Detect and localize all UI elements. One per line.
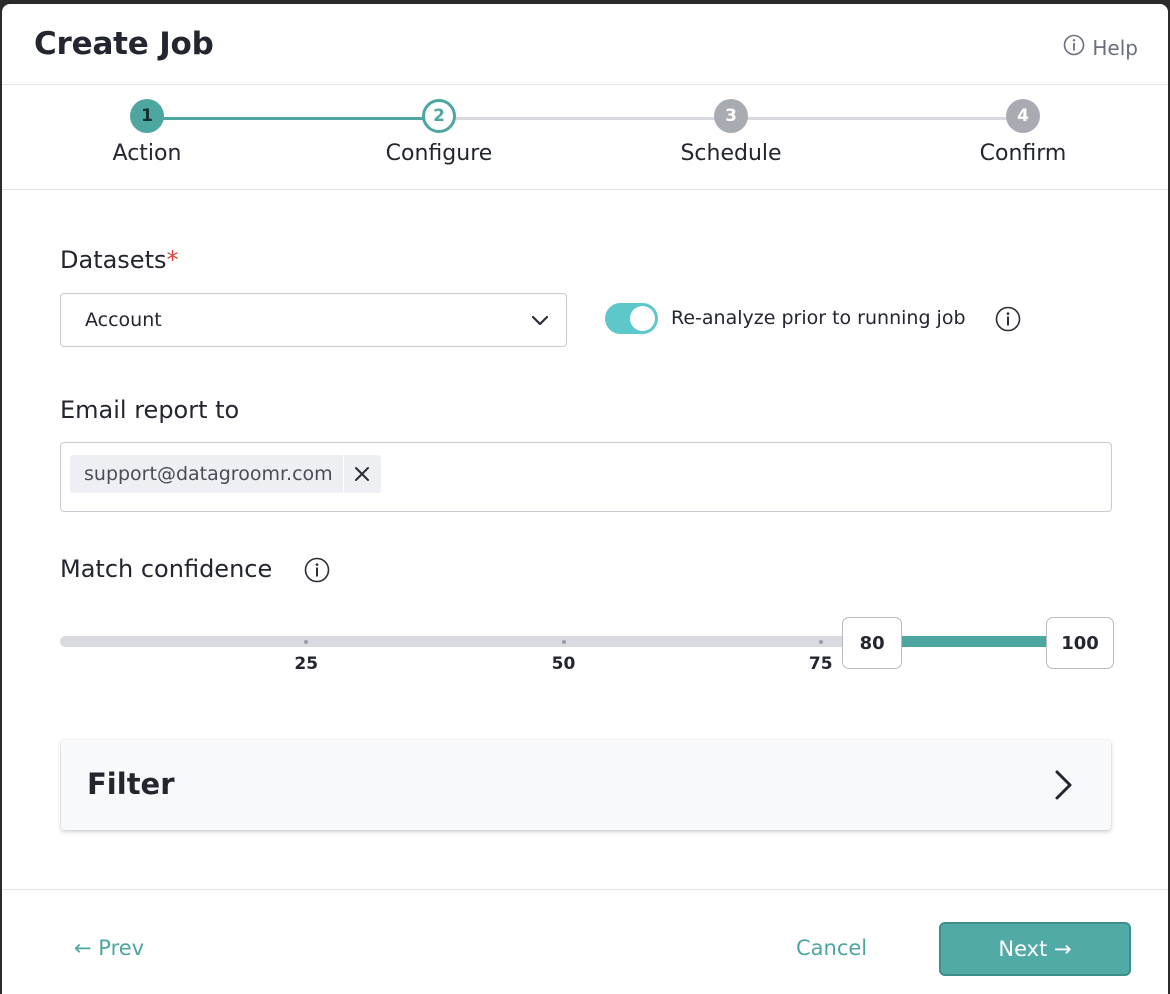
step-label: Schedule — [680, 141, 782, 166]
step-action[interactable]: 1 Action — [47, 99, 247, 166]
step-confirm[interactable]: 4 Confirm — [923, 99, 1123, 166]
step-number: 2 — [422, 99, 456, 133]
tick-label: 25 — [294, 654, 319, 674]
create-job-modal: Create Job Help 1 Action 2 Configure 3 S… — [2, 4, 1168, 994]
datasets-select[interactable]: Account — [60, 293, 567, 347]
info-icon[interactable] — [304, 557, 330, 587]
step-number: 3 — [714, 99, 748, 133]
step-label: Action — [112, 141, 182, 166]
email-label: Email report to — [60, 396, 240, 424]
step-configure[interactable]: 2 Configure — [339, 99, 539, 166]
close-icon[interactable] — [342, 455, 381, 493]
confidence-low-handle[interactable]: 80 — [842, 617, 903, 669]
required-mark: * — [166, 246, 179, 274]
cancel-button[interactable]: Cancel — [796, 936, 867, 960]
datasets-selected-value: Account — [85, 309, 162, 331]
filter-title: Filter — [87, 767, 175, 801]
filter-accordion[interactable]: Filter — [61, 740, 1111, 830]
match-confidence-label: Match confidence — [60, 555, 272, 583]
modal-footer: ← Prev Cancel Next → — [2, 889, 1168, 994]
step-number: 1 — [130, 99, 164, 133]
next-button[interactable]: Next → — [939, 922, 1131, 976]
step-number: 4 — [1006, 99, 1040, 133]
match-confidence-label-text: Match confidence — [60, 555, 273, 583]
reanalyze-toggle[interactable] — [605, 303, 658, 334]
page-title: Create Job — [34, 26, 214, 62]
tick-label: 50 — [551, 654, 576, 674]
stepper: 1 Action 2 Configure 3 Schedule 4 Confir… — [2, 85, 1168, 190]
chevron-right-icon — [1051, 768, 1075, 806]
help-label: Help — [1092, 35, 1138, 60]
info-icon[interactable] — [995, 306, 1021, 336]
confidence-high-handle[interactable]: 100 — [1046, 617, 1114, 669]
prev-button[interactable]: ← Prev — [74, 936, 144, 960]
modal-header: Create Job Help — [2, 4, 1168, 85]
toggle-knob — [630, 306, 655, 331]
info-icon — [1063, 34, 1085, 61]
datasets-label: Datasets* — [60, 246, 179, 274]
chevron-down-icon — [530, 310, 550, 335]
email-chip: support@datagroomr.com — [70, 455, 381, 493]
step-label: Configure — [385, 141, 493, 166]
email-chip-text: support@datagroomr.com — [84, 463, 333, 485]
step-schedule[interactable]: 3 Schedule — [631, 99, 831, 166]
email-recipients-input[interactable]: support@datagroomr.com — [60, 442, 1112, 512]
tick-mark — [818, 640, 823, 644]
help-button[interactable]: Help — [1063, 34, 1138, 61]
reanalyze-label: Re-analyze prior to running job — [671, 307, 966, 329]
step-label: Confirm — [979, 141, 1067, 166]
tick-mark — [561, 640, 566, 644]
datasets-label-text: Datasets — [60, 246, 167, 274]
